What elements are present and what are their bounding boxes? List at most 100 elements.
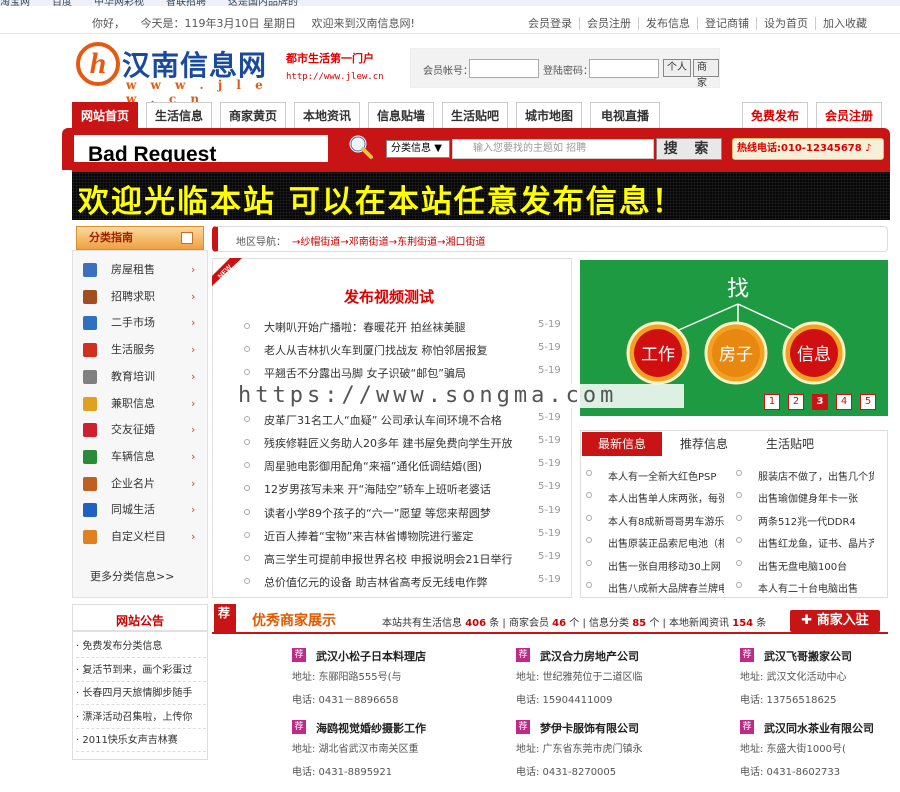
merchant-name[interactable]: 海鸥视觉婚纱摄影工作: [316, 720, 426, 736]
search-input[interactable]: 输入您要找的主题如 招聘: [452, 139, 654, 159]
category-item[interactable]: 生活服务 ›: [81, 339, 201, 361]
slide-page-button[interactable]: 4: [836, 394, 852, 410]
video-news-item[interactable]: 读者小学89个孩子的“六一”愿望 等您来帮圆梦 5-19: [244, 502, 564, 524]
news-item-title[interactable]: 本人有8成新哥哥男车游乐: [608, 513, 724, 528]
video-news-title[interactable]: 周星驰电影御用配角“来福”通化低调结婚(图): [264, 458, 534, 474]
video-news-item[interactable]: 残疾修鞋匠义务助人20多年 建书屋免费向学生开放 5-19: [244, 432, 564, 454]
news-item[interactable]: 本人有一全新大红色PSP: [586, 464, 732, 486]
notice-item[interactable]: · 2011快乐女声吉林赛: [76, 730, 206, 752]
video-news-item[interactable]: 高三学生可提前申报世界名校 申报说明会21日举行 5-19: [244, 548, 564, 570]
search-category-select[interactable]: 分类信息 ▼: [386, 140, 450, 158]
bookmark-item[interactable]: 百度: [52, 0, 72, 6]
nav-tab[interactable]: 网站首页: [72, 102, 138, 129]
news-item-title[interactable]: 出售一张自用移动30上网: [608, 558, 724, 573]
news-item[interactable]: 服装店不做了，出售几个货: [736, 464, 882, 486]
login-personal-button[interactable]: 个人: [663, 59, 691, 77]
news-item[interactable]: 出售一张自用移动30上网: [586, 554, 732, 576]
nav-tab[interactable]: 本地资讯: [294, 102, 360, 129]
news-item-title[interactable]: 出售瑜伽健身年卡一张: [758, 490, 874, 505]
nav-tab-highlight[interactable]: 会员注册: [816, 102, 882, 129]
merchant-name[interactable]: 武汉小松子日本料理店: [316, 648, 426, 664]
nav-tab[interactable]: 电视直播: [590, 102, 660, 129]
category-item[interactable]: 兼职信息 ›: [81, 393, 201, 415]
video-news-title[interactable]: 大喇叭开始广播啦：春暖花开 拍丝袜美腿: [264, 319, 534, 335]
video-news-title[interactable]: 总价值亿元的设备 助吉林省高考反无线电作弊: [264, 574, 534, 590]
notice-item[interactable]: · 复活节到来，画个彩蛋过: [76, 660, 206, 682]
news-tab[interactable]: 最新信息: [582, 432, 662, 456]
video-news-item[interactable]: 总价值亿元的设备 助吉林省高考反无线电作弊 5-19: [244, 571, 564, 593]
merchant-name[interactable]: 武汉飞哥搬家公司: [764, 648, 852, 664]
news-item[interactable]: 本人有二十台电脑出售: [736, 576, 882, 598]
slide-page-button[interactable]: 5: [860, 394, 876, 410]
notice-item[interactable]: · 免费发布分类信息: [76, 636, 206, 658]
category-item[interactable]: 交友征婚 ›: [81, 419, 201, 441]
news-tab[interactable]: 推荐信息: [664, 432, 744, 456]
news-item[interactable]: 出售红龙鱼，证书、晶片齐: [736, 531, 882, 553]
nav-tab-highlight[interactable]: 免费发布: [742, 102, 808, 129]
category-item[interactable]: 教育培训 ›: [81, 366, 201, 388]
bookmark-item[interactable]: 淘宝网: [0, 0, 30, 6]
nav-tab[interactable]: 信息贴墙: [368, 102, 434, 129]
news-item-title[interactable]: 出售红龙鱼，证书、晶片齐: [758, 535, 874, 550]
category-item[interactable]: 自定义栏目 ›: [81, 526, 201, 548]
nav-tab[interactable]: 城市地图: [516, 102, 582, 129]
top-link[interactable]: 会员注册: [579, 17, 638, 30]
slide-page-button[interactable]: 1: [764, 394, 780, 410]
top-link[interactable]: 发布信息: [638, 17, 697, 30]
category-item[interactable]: 车辆信息 ›: [81, 446, 201, 468]
area-nav-links[interactable]: →纱帽街道→邓南街道→东荆街道→湘口街道: [292, 233, 486, 248]
search-button[interactable]: 搜 索: [656, 138, 722, 160]
video-news-item[interactable]: 皮革厂31名工人“血疑” 公司承认车间环境不合格 5-19: [244, 409, 564, 431]
video-news-title[interactable]: 皮革厂31名工人“血疑” 公司承认车间环境不合格: [264, 412, 534, 428]
nav-tab[interactable]: 商家黄页: [220, 102, 286, 129]
bookmark-item[interactable]: 中华网彩视: [94, 0, 144, 6]
nav-tab[interactable]: 生活信息: [146, 102, 212, 129]
top-link[interactable]: 登记商铺: [697, 17, 756, 30]
video-news-item[interactable]: 近百人捧着“宝物”来吉林省博物院进行鉴定 5-19: [244, 525, 564, 547]
bookmark-item[interactable]: 这是国内品牌的: [228, 0, 298, 6]
video-news-item[interactable]: 12岁男孩写未来 开“海陆空”轿车上班听老婆话 5-19: [244, 478, 564, 500]
video-news-title[interactable]: 近百人捧着“宝物”来吉林省博物院进行鉴定: [264, 528, 534, 544]
video-news-item[interactable]: 周星驰电影御用配角“来福”通化低调结婚(图) 5-19: [244, 455, 564, 477]
notice-item[interactable]: · 长春四月天旅情脚步随手: [76, 683, 206, 705]
video-news-item[interactable]: 老人从吉林扒火车到厦门找战友 称怕邻居报复 5-19: [244, 339, 564, 361]
more-categories-link[interactable]: 更多分类信息>>: [90, 568, 174, 584]
news-item-title[interactable]: 本人出售单人床两张，每张: [608, 490, 724, 505]
top-link[interactable]: 设为首页: [756, 17, 815, 30]
search-icon[interactable]: [348, 134, 374, 160]
video-news-item[interactable]: 大喇叭开始广播啦：春暖花开 拍丝袜美腿 5-19: [244, 316, 564, 338]
video-news-title[interactable]: 12岁男孩写未来 开“海陆空”轿车上班听老婆话: [264, 481, 534, 497]
news-item[interactable]: 本人有8成新哥哥男车游乐: [586, 509, 732, 531]
news-item[interactable]: 两条512兆一代DDR4: [736, 509, 882, 531]
category-item[interactable]: 招聘求职 ›: [81, 286, 201, 308]
collapse-icon[interactable]: [181, 232, 193, 244]
video-news-title[interactable]: 读者小学89个孩子的“六一”愿望 等您来帮圆梦: [264, 505, 534, 521]
news-item[interactable]: 出售无盘电脑100台: [736, 554, 882, 576]
video-news-title[interactable]: 残疾修鞋匠义务助人20多年 建书屋免费向学生开放: [264, 435, 534, 451]
slide-page-button[interactable]: 2: [788, 394, 804, 410]
merchant-name[interactable]: 武汉合力房地产公司: [540, 648, 639, 664]
top-link[interactable]: 加入收藏: [815, 17, 874, 30]
news-item-title[interactable]: 服装店不做了，出售几个货: [758, 468, 874, 483]
news-item-title[interactable]: 本人有一全新大红色PSP: [608, 468, 724, 483]
account-input[interactable]: [469, 59, 539, 78]
notice-item[interactable]: · 漂泽活动召集啦，上传你: [76, 707, 206, 729]
category-item[interactable]: 同城生活 ›: [81, 499, 201, 521]
login-merchant-button[interactable]: 商家: [693, 59, 719, 89]
video-news-title[interactable]: 平翘舌不分露出马脚 女子识破“邮包”骗局: [264, 365, 534, 381]
merchant-join-button[interactable]: ✚ 商家入驻: [790, 610, 880, 632]
news-item-title[interactable]: 出售无盘电脑100台: [758, 558, 874, 573]
merchant-name[interactable]: 武汉同水茶业有限公司: [764, 720, 874, 736]
slide-page-button[interactable]: 3: [812, 394, 828, 410]
news-item-title[interactable]: 两条512兆一代DDR4: [758, 513, 874, 528]
video-news-item[interactable]: 平翘舌不分露出马脚 女子识破“邮包”骗局 5-19: [244, 362, 564, 384]
news-item[interactable]: 出售八成新大品牌春兰牌电: [586, 576, 732, 598]
news-item[interactable]: 本人出售单人床两张，每张: [586, 486, 732, 508]
password-input[interactable]: [589, 59, 659, 78]
news-item-title[interactable]: 出售八成新大品牌春兰牌电: [608, 580, 724, 595]
merchant-name[interactable]: 梦伊卡服饰有限公司: [540, 720, 639, 736]
news-tab[interactable]: 生活贴吧: [750, 432, 830, 456]
site-logo[interactable]: h 汉南信息网 w w w . j l e w . c n: [76, 42, 276, 106]
nav-tab[interactable]: 生活贴吧: [442, 102, 508, 129]
video-news-title[interactable]: 高三学生可提前申报世界名校 申报说明会21日举行: [264, 551, 534, 567]
